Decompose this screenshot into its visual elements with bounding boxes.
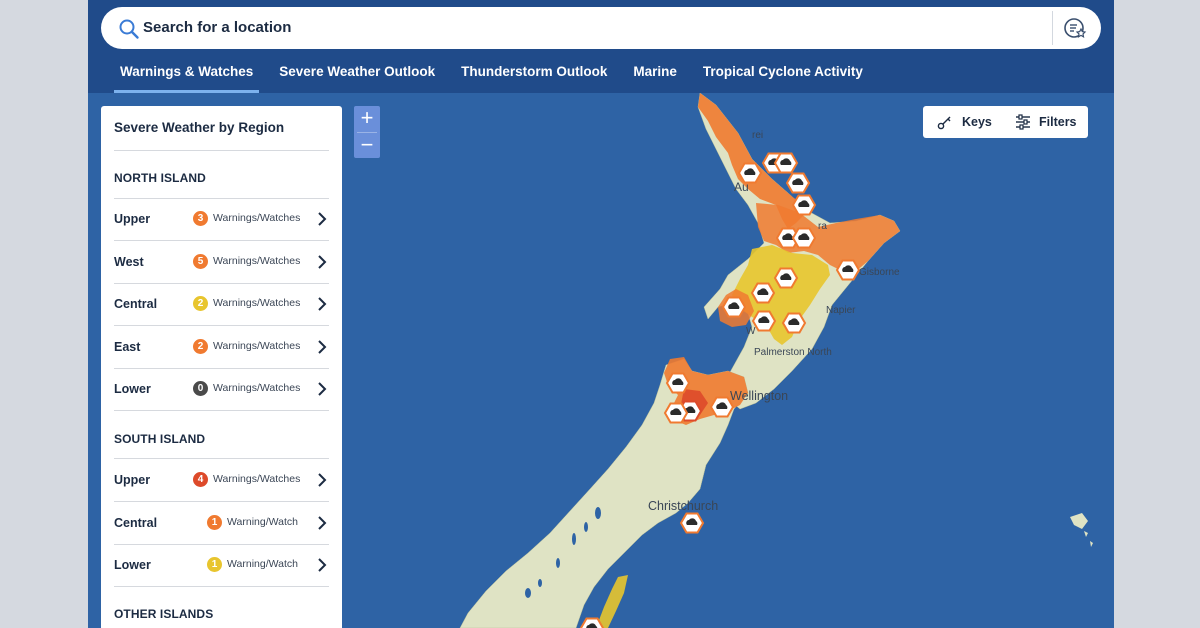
search-input[interactable]: Search for a location bbox=[143, 19, 291, 36]
warning-count-label: Warnings/Watches bbox=[213, 297, 301, 309]
weather-warning-marker[interactable] bbox=[791, 194, 817, 216]
tab-severe-weather-outlook[interactable]: Severe Weather Outlook bbox=[273, 56, 441, 93]
map-label-palmerston-north: Palmerston North bbox=[754, 347, 832, 358]
chevron-right-icon bbox=[318, 339, 327, 354]
section-north-island: NORTH ISLAND bbox=[114, 171, 206, 185]
warning-count-label: Warnings/Watches bbox=[213, 382, 301, 394]
divider bbox=[114, 150, 329, 151]
map-label-whanganui: W bbox=[746, 326, 756, 337]
filters-button[interactable]: Filters bbox=[1015, 106, 1085, 138]
chevron-right-icon bbox=[318, 473, 327, 487]
weather-warning-marker[interactable] bbox=[750, 282, 776, 304]
zoom-in-button[interactable]: + bbox=[354, 106, 380, 132]
region-name: Central bbox=[114, 515, 158, 530]
sidebar-title: Severe Weather by Region bbox=[114, 120, 285, 135]
warning-count-label: Warnings/Watches bbox=[213, 339, 301, 352]
chatham-islands bbox=[1070, 513, 1093, 547]
section-other-islands: OTHER ISLANDS bbox=[114, 607, 214, 621]
warning-count-label: Warning/Watch bbox=[227, 558, 298, 570]
region-row-south-island-lower[interactable]: Lower 1 Warning/Watch bbox=[114, 544, 329, 586]
tab-bar: Warnings & Watches Severe Weather Outloo… bbox=[114, 56, 883, 93]
chevron-right-icon bbox=[318, 297, 327, 311]
weather-warning-marker[interactable] bbox=[679, 512, 705, 534]
zoom-out-button[interactable]: − bbox=[354, 133, 380, 159]
saved-locations-icon[interactable] bbox=[1062, 15, 1088, 41]
warning-count-badge: 3 bbox=[193, 211, 208, 226]
map-label-christchurch: Christchurch bbox=[648, 499, 718, 513]
weather-warning-marker[interactable] bbox=[751, 310, 777, 332]
map-label-gisborne: Gisborne bbox=[859, 267, 900, 278]
chevron-right-icon bbox=[318, 212, 327, 226]
region-name: East bbox=[114, 339, 141, 354]
app-window: rei Au ra Gisborne Napier W Palmerston N… bbox=[88, 0, 1114, 628]
region-name: Upper bbox=[114, 212, 151, 226]
weather-warning-marker[interactable] bbox=[785, 172, 811, 194]
search-icon bbox=[119, 19, 139, 39]
filters-icon bbox=[1016, 114, 1030, 130]
map-label-wellington: Wellington bbox=[730, 389, 788, 403]
warning-count-badge: 2 bbox=[193, 296, 208, 311]
warning-count-label: Warnings/Watches bbox=[213, 254, 301, 267]
divider bbox=[114, 586, 329, 587]
weather-warning-marker[interactable] bbox=[721, 296, 747, 318]
chevron-right-icon bbox=[318, 558, 327, 572]
tab-warnings-watches[interactable]: Warnings & Watches bbox=[114, 56, 260, 93]
region-name: West bbox=[114, 254, 144, 269]
warning-count-badge: 0 bbox=[193, 381, 208, 396]
header: Search for a location Warnings & Watches… bbox=[88, 0, 1114, 93]
warning-count-badge: 2 bbox=[193, 338, 208, 354]
weather-warning-marker[interactable] bbox=[773, 152, 799, 174]
key-icon bbox=[937, 116, 951, 130]
region-name: Central bbox=[114, 297, 158, 311]
map-label-napier: Napier bbox=[826, 305, 856, 316]
map-label-tauranga: ra bbox=[818, 221, 827, 232]
warning-count-badge: 5 bbox=[193, 253, 208, 269]
region-row-north-island-west[interactable]: West 5 Warnings/Watches bbox=[114, 241, 329, 283]
divider bbox=[114, 410, 329, 411]
map-label-whangarei: rei bbox=[752, 130, 763, 141]
region-name: Lower bbox=[114, 382, 151, 396]
weather-warning-marker[interactable] bbox=[665, 372, 691, 394]
tab-thunderstorm-outlook[interactable]: Thunderstorm Outlook bbox=[455, 56, 613, 93]
region-name: Lower bbox=[114, 558, 151, 572]
region-row-north-island-central[interactable]: Central 2 Warnings/Watches bbox=[114, 283, 329, 325]
warning-count-badge: 1 bbox=[207, 514, 222, 530]
filters-label: Filters bbox=[1039, 115, 1077, 129]
chevron-right-icon bbox=[318, 515, 327, 530]
warning-count-badge: 1 bbox=[207, 557, 222, 572]
region-row-north-island-upper[interactable]: Upper 3 Warnings/Watches bbox=[114, 198, 329, 240]
map-label-auckland: Au bbox=[734, 180, 749, 194]
warning-count-label: Warnings/Watches bbox=[213, 212, 301, 224]
keys-label: Keys bbox=[962, 115, 992, 129]
tab-marine[interactable]: Marine bbox=[627, 56, 683, 93]
region-row-south-island-central[interactable]: Central 1 Warning/Watch bbox=[114, 502, 329, 544]
weather-warning-marker[interactable] bbox=[835, 259, 861, 281]
chevron-right-icon bbox=[318, 382, 327, 396]
region-sidebar: Severe Weather by Region NORTH ISLAND Up… bbox=[101, 106, 342, 628]
search-divider bbox=[1052, 11, 1053, 45]
region-row-south-island-upper[interactable]: Upper 4 Warnings/Watches bbox=[114, 459, 329, 501]
region-name: Upper bbox=[114, 473, 151, 487]
search-bar[interactable]: Search for a location bbox=[101, 7, 1101, 49]
chevron-right-icon bbox=[318, 254, 327, 269]
weather-warning-marker[interactable] bbox=[773, 267, 799, 289]
map-controls-panel: Keys Filters bbox=[923, 106, 1088, 138]
section-south-island: SOUTH ISLAND bbox=[114, 432, 206, 446]
warning-count-label: Warning/Watch bbox=[227, 515, 298, 528]
keys-button[interactable]: Keys bbox=[937, 106, 997, 138]
tab-tropical-cyclone-activity[interactable]: Tropical Cyclone Activity bbox=[697, 56, 869, 93]
weather-warning-marker[interactable] bbox=[791, 227, 817, 249]
weather-warning-marker[interactable] bbox=[663, 402, 689, 424]
weather-warning-marker[interactable] bbox=[781, 312, 807, 334]
warning-count-badge: 4 bbox=[193, 472, 208, 487]
warning-count-label: Warnings/Watches bbox=[213, 473, 301, 485]
zoom-control: + − bbox=[354, 106, 380, 158]
region-row-north-island-lower[interactable]: Lower 0 Warnings/Watches bbox=[114, 368, 329, 410]
region-row-north-island-east[interactable]: East 2 Warnings/Watches bbox=[114, 326, 329, 368]
watch-area-lower-south bbox=[596, 575, 628, 628]
